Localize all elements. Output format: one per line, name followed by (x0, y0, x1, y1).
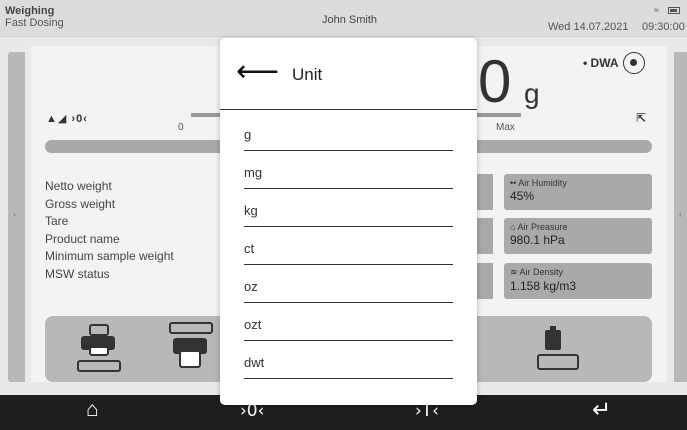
info-tare: Tare (45, 214, 69, 228)
chevron-left-icon: ‹ (679, 210, 682, 219)
info-msw-status: MSW status (45, 266, 110, 281)
dwa-indicator: • DWA (583, 56, 619, 70)
air-pressure-value: 980.1 hPa (510, 233, 565, 247)
weight-unit[interactable]: g (524, 78, 540, 110)
info-fields: Netto weight Gross weight Tare Product n… (45, 178, 174, 283)
weight-icon[interactable] (537, 326, 579, 374)
unit-option-ct[interactable]: ct (244, 227, 453, 265)
chevron-right-icon: › (13, 210, 16, 219)
air-humidity-tile[interactable]: •• Air Humidity 45% (504, 174, 652, 210)
printer-icon[interactable] (163, 322, 215, 374)
application-name[interactable]: Weighing (5, 5, 54, 17)
capacity-min-label: 0 (178, 122, 184, 133)
stability-zero-indicator: ▲◢ ›0‹ (46, 113, 88, 125)
unit-list: g mg kg ct oz ozt dwt (244, 113, 453, 379)
unit-option-oz[interactable]: oz (244, 265, 453, 303)
air-pressure-tile[interactable]: ⌂ Air Preasure 980.1 hPa (504, 218, 652, 254)
air-density-value: 1.158 kg/m3 (510, 279, 577, 293)
dialog-title: Unit (292, 65, 323, 84)
air-density-tile[interactable]: ≋ Air Density 1.158 kg/m3 (504, 263, 652, 299)
unit-dialog: ⟵ Unit g mg kg ct oz ozt dwt (220, 38, 477, 405)
left-side-tab[interactable]: › (8, 52, 25, 382)
wifi-icon: ≈ (654, 5, 659, 15)
unit-option-g[interactable]: g (244, 113, 453, 151)
battery-icon (668, 7, 680, 14)
status-bar: Weighing Fast Dosing John Smith Wed 14.0… (0, 0, 687, 37)
tilt-icon: ⇱ (636, 111, 647, 125)
capacity-max-label: Max (496, 122, 515, 133)
air-humidity-label: •• Air Humidity (510, 178, 567, 188)
printer-icon[interactable] (73, 324, 123, 374)
unit-option-mg[interactable]: mg (244, 151, 453, 189)
method-name[interactable]: Fast Dosing (5, 17, 64, 29)
back-arrow-icon[interactable]: ⟵ (236, 57, 279, 87)
air-pressure-label: ⌂ Air Preasure (510, 222, 568, 232)
weight-value: 0 (478, 48, 512, 115)
info-netto-weight: Netto weight (45, 179, 112, 193)
info-product-name: Product name (45, 231, 120, 246)
unit-option-kg[interactable]: kg (244, 189, 453, 227)
time-label: 09:30:00 (642, 21, 685, 33)
air-humidity-value: 45% (510, 189, 535, 203)
right-side-tab[interactable]: ‹ (674, 52, 687, 382)
info-gross-weight: Gross weight (45, 196, 116, 211)
enter-icon[interactable]: ↵ (592, 396, 611, 423)
unit-option-dwt[interactable]: dwt (244, 341, 453, 379)
air-density-label: ≋ Air Density (510, 267, 564, 277)
level-target-icon[interactable] (623, 52, 645, 74)
user-name[interactable]: John Smith (322, 14, 377, 26)
date-label: Wed 14.07.2021 (548, 21, 629, 33)
info-minimum-sample-weight: Minimum sample weight (45, 249, 174, 263)
unit-dialog-header: ⟵ Unit (220, 38, 477, 110)
unit-option-ozt[interactable]: ozt (244, 303, 453, 341)
home-icon[interactable]: ⌂ (86, 398, 99, 422)
